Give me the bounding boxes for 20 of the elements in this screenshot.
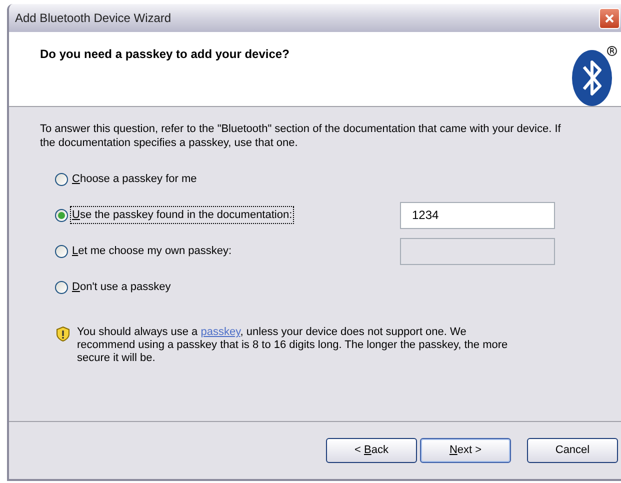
close-button[interactable]: [599, 8, 620, 28]
wizard-button[interactable]: < Back: [326, 438, 417, 463]
radio-button[interactable]: [55, 172, 68, 186]
radio-button[interactable]: [55, 208, 68, 222]
close-icon: [604, 12, 615, 24]
radio-button[interactable]: [55, 280, 68, 294]
wizard-button[interactable]: Cancel: [527, 438, 618, 463]
window-title: Add Bluetooth Device Wizard: [15, 10, 172, 27]
page-title: Do you need a passkey to add your device?: [40, 46, 290, 63]
option-label[interactable]: Don't use a passkey: [71, 278, 172, 296]
radio-button[interactable]: [55, 244, 68, 258]
shield-warning-icon: [55, 326, 71, 342]
instructions-text: To answer this question, refer to the "Bluetooth" section of the documentation that came with your device. If the documentation specifies a passkey, use that one.: [40, 122, 562, 150]
option-label[interactable]: Let me choose my own passkey:: [71, 242, 233, 260]
security-note: You should always use a passkey, unless your device does not support one. We recommend using a passkey that is 8 to 16 digits long. The longer the passkey, the more secure it will be.: [77, 326, 509, 365]
wizard-button[interactable]: Next >: [420, 438, 511, 463]
passkey-link[interactable]: passkey: [200, 326, 240, 338]
option-label[interactable]: Use the passkey found in the documentation:: [71, 206, 294, 224]
passkey-field[interactable]: 1234: [400, 202, 555, 228]
option-label[interactable]: Choose a passkey for me: [71, 170, 198, 188]
